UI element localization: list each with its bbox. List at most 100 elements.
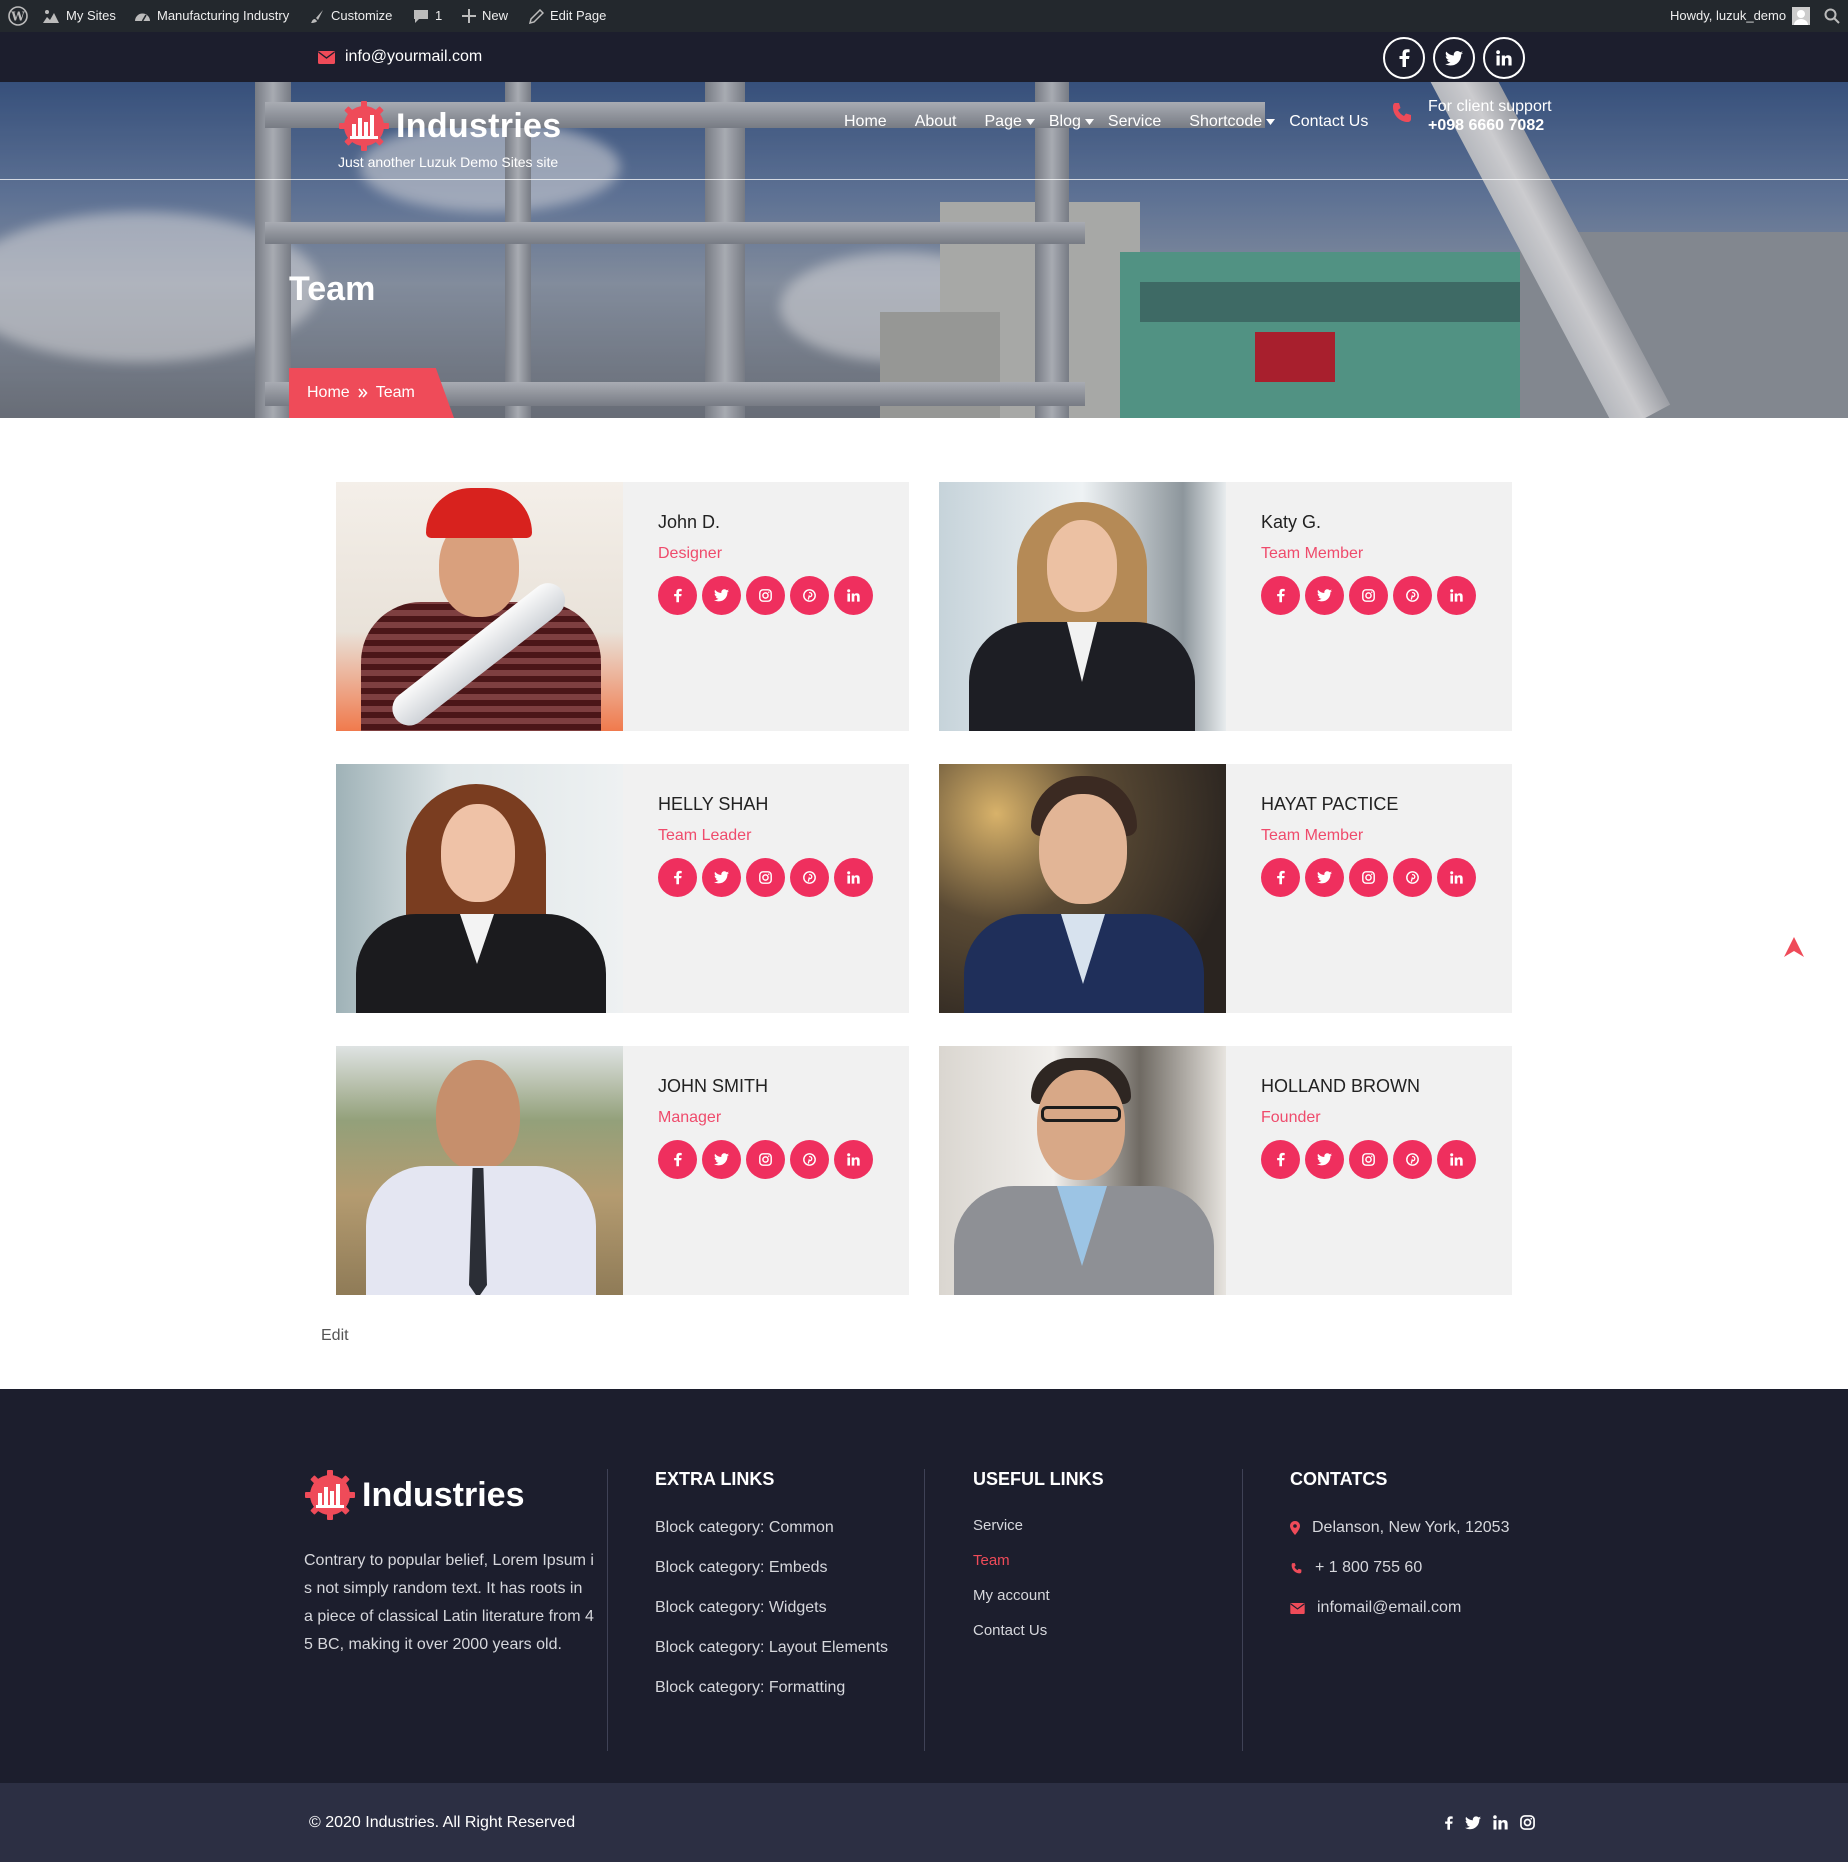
instagram-icon[interactable] <box>1349 576 1388 615</box>
extra-link[interactable]: Block category: Widgets <box>655 1599 888 1617</box>
face-shape <box>1039 794 1127 904</box>
facebook-icon[interactable] <box>658 1140 697 1179</box>
contact-phone[interactable]: + 1 800 755 60 <box>1290 1559 1509 1577</box>
plus-icon <box>462 9 476 23</box>
facebook-icon[interactable] <box>1444 1815 1453 1831</box>
breadcrumb-home[interactable]: Home <box>307 384 350 402</box>
wordpress-logo-icon[interactable]: W <box>8 0 28 32</box>
edit-page-link[interactable]: Edit Page <box>529 0 606 32</box>
nav-item-shortcode[interactable]: Shortcode <box>1189 113 1276 131</box>
account-menu[interactable]: Howdy, luzuk_demo <box>1670 0 1811 32</box>
site-name-label: Manufacturing Industry <box>157 8 290 23</box>
linkedin-icon[interactable] <box>834 576 873 615</box>
linkedin-icon[interactable] <box>1437 576 1476 615</box>
useful-link-contact[interactable]: Contact Us <box>973 1622 1050 1639</box>
envelope-icon <box>1290 1602 1305 1614</box>
avatar <box>1792 7 1811 25</box>
caret-down-icon <box>1025 119 1035 125</box>
useful-link-service[interactable]: Service <box>973 1517 1050 1534</box>
my-sites-label: My Sites <box>66 8 116 23</box>
new-content-menu[interactable]: New <box>462 0 508 32</box>
member-name: HAYAT PACTICE <box>1261 794 1399 814</box>
instagram-icon[interactable] <box>1520 1815 1535 1830</box>
comments-link[interactable]: 1 <box>413 0 442 32</box>
member-photo <box>939 482 1226 731</box>
nav-label: Service <box>1107 113 1162 130</box>
instagram-icon[interactable] <box>746 858 785 897</box>
linkedin-icon[interactable] <box>1437 1140 1476 1179</box>
team-grid: John D. Designer Katy G. Team Member HEL… <box>336 482 1512 1295</box>
facebook-icon[interactable] <box>658 858 697 897</box>
logo-text: Industries <box>396 106 562 145</box>
facebook-icon[interactable] <box>1261 1140 1300 1179</box>
useful-link-team[interactable]: Team <box>973 1552 1050 1569</box>
admin-bar: W My Sites Manufacturing Industry Custom… <box>0 0 1848 32</box>
twitter-icon[interactable] <box>1305 858 1344 897</box>
facebook-icon[interactable] <box>1383 37 1425 79</box>
extra-link[interactable]: Block category: Common <box>655 1519 888 1537</box>
admin-search-icon[interactable] <box>1824 0 1840 32</box>
instagram-icon[interactable] <box>1349 1140 1388 1179</box>
face-shape <box>436 1060 520 1170</box>
pinterest-icon[interactable] <box>790 858 829 897</box>
nav-item-blog[interactable]: Blog <box>1049 113 1094 131</box>
pinterest-icon[interactable] <box>1393 576 1432 615</box>
twitter-icon[interactable] <box>1305 576 1344 615</box>
contacts-list: Delanson, New York, 12053 + 1 800 755 60… <box>1290 1519 1509 1617</box>
linkedin-icon[interactable] <box>1483 37 1525 79</box>
linkedin-icon[interactable] <box>834 858 873 897</box>
support-phone[interactable]: +098 6660 7082 <box>1428 116 1552 135</box>
member-role: Designer <box>658 545 723 562</box>
breadcrumb: Home Team <box>289 368 454 418</box>
nav-item-contact[interactable]: Contact Us <box>1289 113 1368 131</box>
footer-divider <box>607 1469 608 1751</box>
edit-link[interactable]: Edit <box>321 1327 349 1345</box>
phone-text: + 1 800 755 60 <box>1315 1559 1423 1576</box>
team-card: Katy G. Team Member <box>939 482 1512 731</box>
site-name-menu[interactable]: Manufacturing Industry <box>134 0 289 32</box>
member-name: HOLLAND BROWN <box>1261 1076 1421 1096</box>
linkedin-icon[interactable] <box>1437 858 1476 897</box>
contact-email[interactable]: infomail@email.com <box>1290 1599 1509 1617</box>
my-sites-menu[interactable]: My Sites <box>42 0 116 32</box>
instagram-icon[interactable] <box>746 1140 785 1179</box>
site-logo[interactable]: Industries <box>338 100 561 152</box>
address-text: Delanson, New York, 12053 <box>1312 1519 1510 1536</box>
extra-link[interactable]: Block category: Formatting <box>655 1679 888 1697</box>
nav-item-home[interactable]: Home <box>844 113 887 131</box>
nav-item-about[interactable]: About <box>915 113 957 131</box>
footer-about-text: Contrary to popular belief, Lorem Ipsum … <box>304 1552 594 1653</box>
facebook-icon[interactable] <box>1261 858 1300 897</box>
twitter-icon[interactable] <box>1433 37 1475 79</box>
instagram-icon[interactable] <box>746 576 785 615</box>
footer-logo[interactable]: Industries <box>304 1469 524 1521</box>
useful-links-list: Service Team My account Contact Us <box>973 1517 1050 1639</box>
twitter-icon[interactable] <box>1465 1815 1481 1830</box>
top-email[interactable]: info@yourmail.com <box>318 32 482 82</box>
member-photo <box>939 764 1226 1013</box>
twitter-icon[interactable] <box>702 858 741 897</box>
extra-link[interactable]: Block category: Embeds <box>655 1559 888 1577</box>
facebook-icon[interactable] <box>658 576 697 615</box>
pinterest-icon[interactable] <box>790 576 829 615</box>
twitter-icon[interactable] <box>702 1140 741 1179</box>
linkedin-icon[interactable] <box>1493 1815 1508 1830</box>
linkedin-icon[interactable] <box>834 1140 873 1179</box>
scroll-to-top-icon[interactable] <box>1782 935 1806 959</box>
twitter-icon[interactable] <box>702 576 741 615</box>
nav-item-service[interactable]: Service <box>1108 113 1161 131</box>
instagram-icon[interactable] <box>1349 858 1388 897</box>
twitter-icon[interactable] <box>1305 1140 1344 1179</box>
nav-item-page[interactable]: Page <box>985 113 1035 131</box>
extra-link[interactable]: Block category: Layout Elements <box>655 1639 888 1657</box>
comment-icon <box>414 9 428 23</box>
pinterest-icon[interactable] <box>1393 1140 1432 1179</box>
support-label: For client support <box>1428 98 1552 115</box>
email-text: infomail@email.com <box>1317 1599 1462 1616</box>
pinterest-icon[interactable] <box>790 1140 829 1179</box>
customize-link[interactable]: Customize <box>310 0 392 32</box>
facebook-icon[interactable] <box>1261 576 1300 615</box>
pinterest-icon[interactable] <box>1393 858 1432 897</box>
useful-link-my-account[interactable]: My account <box>973 1587 1050 1604</box>
edit-page-label: Edit Page <box>550 8 607 23</box>
